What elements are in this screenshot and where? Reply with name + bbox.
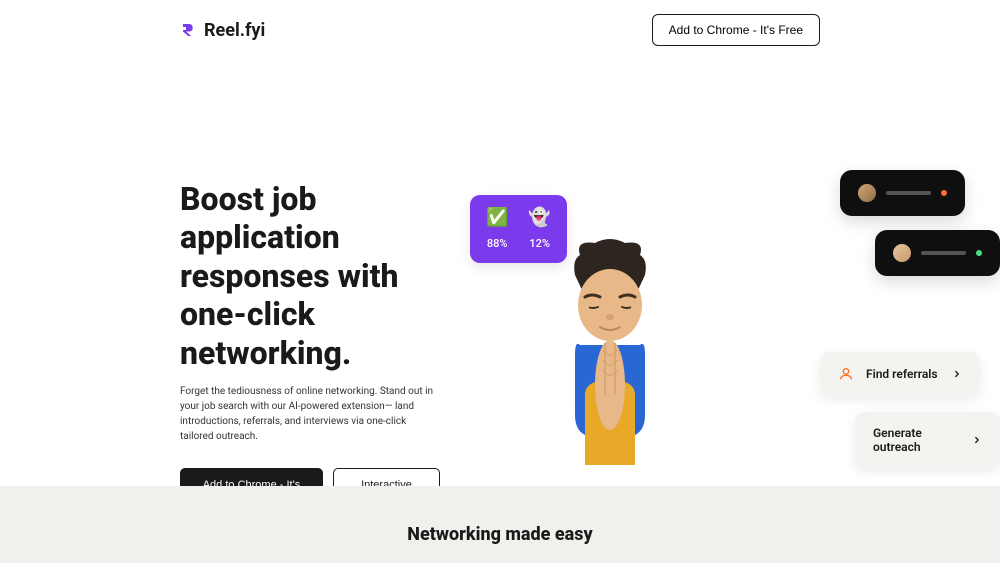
notification-card-1: [840, 170, 965, 216]
hero-section: Boost job application responses with one…: [0, 60, 1000, 514]
find-referrals-card[interactable]: Find referrals: [820, 352, 980, 396]
chevron-right-icon: [952, 369, 962, 379]
hero-content: Boost job application responses with one…: [180, 180, 440, 514]
logo[interactable]: Reel.fyi: [180, 20, 265, 41]
status-dot-icon: [976, 250, 982, 256]
header: Reel.fyi Add to Chrome - It's Free: [0, 0, 1000, 60]
notification-bar: [886, 191, 931, 195]
header-cta-button[interactable]: Add to Chrome - It's Free: [652, 14, 820, 46]
footer-section: Networking made easy: [0, 486, 1000, 563]
hero-illustration: ✅ 88% 👻 12%: [470, 180, 1000, 514]
notification-card-2: [875, 230, 1000, 276]
action-label: Find referrals: [866, 367, 940, 381]
stat-success-value: 88%: [487, 237, 508, 250]
footer-title: Networking made easy: [0, 524, 1000, 545]
hero-subtitle: Forget the tediousness of online network…: [180, 384, 440, 444]
hero-title: Boost job application responses with one…: [180, 180, 440, 372]
checkmark-icon: ✅: [486, 207, 508, 228]
character-illustration: [530, 235, 690, 465]
logo-icon: [180, 21, 198, 39]
ghost-icon: 👻: [528, 207, 550, 228]
action-label: Generate outreach: [873, 426, 960, 454]
status-dot-icon: [941, 190, 947, 196]
chevron-right-icon: [972, 435, 982, 445]
brand-name: Reel.fyi: [204, 20, 265, 41]
avatar: [893, 244, 911, 262]
person-icon: [838, 366, 854, 382]
stat-success: ✅ 88%: [486, 207, 508, 251]
generate-outreach-card[interactable]: Generate outreach: [855, 412, 1000, 468]
avatar: [858, 184, 876, 202]
notification-bar: [921, 251, 966, 255]
